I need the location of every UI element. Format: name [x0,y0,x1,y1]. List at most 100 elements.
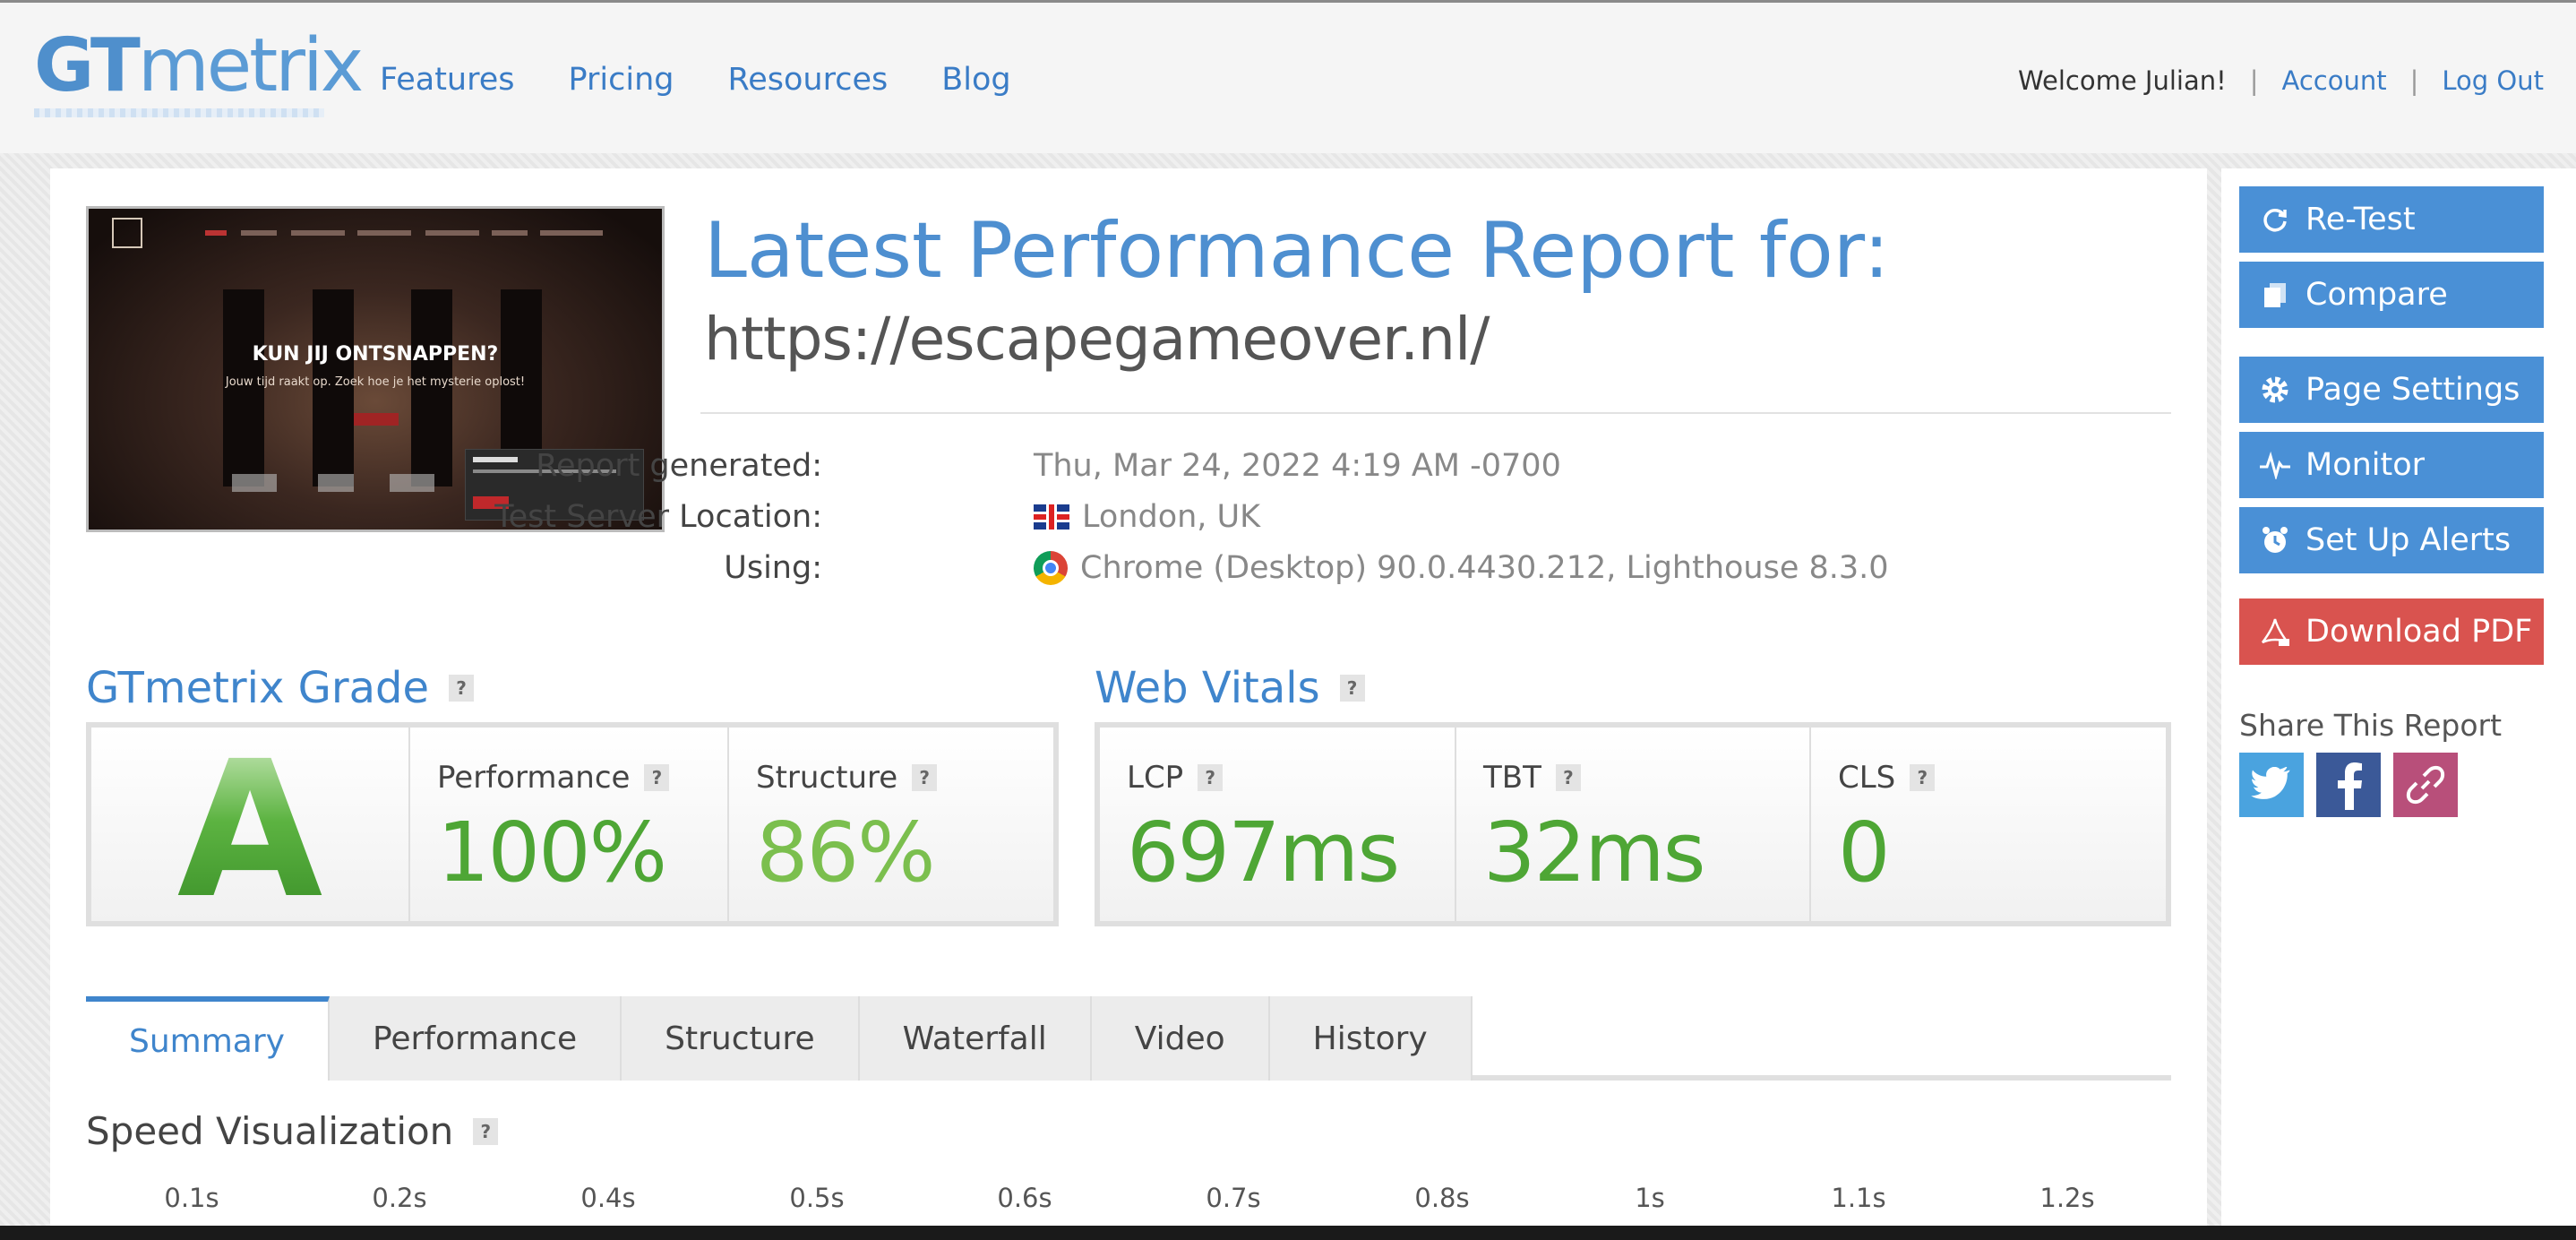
cls-label-text: CLS [1838,760,1896,796]
vitals-title-text: Web Vitals [1095,663,1320,713]
site-header: GTmetrix Features Pricing Resources Blog… [0,3,2576,153]
thumbnail-subline: Jouw tijd raakt op. Zoek hoe je het myst… [225,375,526,389]
thumbnail-badge [318,474,354,492]
chrome-icon [1034,551,1068,585]
report-url[interactable]: https://escapegameover.nl/ [704,305,1490,374]
tab-summary[interactable]: Summary [86,996,330,1081]
facebook-icon [2338,762,2362,810]
share-twitter-button[interactable] [2239,753,2304,817]
performance-label-text: Performance [437,760,631,796]
tab-waterfall[interactable]: Waterfall [859,996,1092,1081]
meta-row-generated: Report generated: Thu, Mar 24, 2022 4:19… [536,448,2137,499]
monitor-label: Monitor [2306,447,2426,483]
generated-label: Report generated: [536,448,822,484]
structure-label-text: Structure [756,760,898,796]
location-value: London, UK [1034,499,1260,535]
timeline-tick[interactable]: 0.1s [164,1183,219,1213]
logout-link[interactable]: Log Out [2442,65,2544,96]
generated-value: Thu, Mar 24, 2022 4:19 AM -0700 [1034,448,1561,484]
compare-button[interactable]: Compare [2239,262,2544,328]
page-settings-button[interactable]: Page Settings [2239,357,2544,423]
cookie-title [473,457,518,462]
thumbnail-nav-item [357,230,411,236]
page-settings-label: Page Settings [2306,372,2520,408]
thumbnail-nav-item [241,230,277,236]
gtmetrix-logo[interactable]: GTmetrix [34,30,364,103]
report-tabs: Summary Performance Structure Waterfall … [86,996,1473,1081]
download-label: Download PDF [2306,614,2533,650]
tbt-label-text: TBT [1483,760,1541,796]
speed-title-text: Speed Visualization [86,1109,454,1153]
cls-cell: CLS? 0 [1811,728,2166,921]
thumbnail-nav-item [205,230,227,236]
timeline-tick[interactable]: 1.1s [1831,1183,1885,1213]
tbt-label: TBT? [1483,760,1581,796]
help-icon[interactable]: ? [473,1117,499,1145]
help-icon[interactable]: ? [449,675,474,702]
nav-blog[interactable]: Blog [941,62,1010,98]
monitor-button[interactable]: Monitor [2239,432,2544,498]
uk-flag-icon [1034,504,1069,530]
timeline-tick[interactable]: 1s [1635,1183,1665,1213]
report-meta: Report generated: Thu, Mar 24, 2022 4:19… [494,448,2137,601]
thumbnail-nav-item [540,230,603,236]
tab-performance[interactable]: Performance [329,996,623,1081]
user-menu: Welcome Julian! | Account | Log Out [2018,65,2544,96]
active-tab-gap [86,1075,313,1081]
timeline-tick[interactable]: 0.5s [789,1183,844,1213]
timeline-tick[interactable]: 1.2s [2039,1183,2094,1213]
timeline-tick[interactable]: 0.8s [1414,1183,1469,1213]
help-icon[interactable]: ? [1555,764,1581,791]
timeline-tick[interactable]: 0.4s [580,1183,635,1213]
help-icon[interactable]: ? [1198,764,1224,791]
welcome-text: Welcome Julian! [2018,65,2227,96]
cls-label: CLS? [1838,760,1936,796]
alarm-clock-icon [2259,524,2291,556]
tbt-cell: TBT? 32ms [1456,728,1811,921]
thumbnail-nav [89,225,662,245]
tab-history[interactable]: History [1269,996,1473,1081]
lcp-cell: LCP? 697ms [1100,728,1456,921]
copy-icon [2259,279,2291,311]
tab-video[interactable]: Video [1091,996,1270,1081]
nav-resources[interactable]: Resources [727,62,888,98]
retest-button[interactable]: Re-Test [2239,186,2544,253]
pulse-icon [2259,449,2291,481]
share-facebook-button[interactable] [2316,753,2381,817]
retest-label: Re-Test [2306,202,2416,237]
thumbnail-nav-item [425,230,479,236]
timeline-tick[interactable]: 0.2s [372,1183,426,1213]
structure-score: 86% [756,805,935,900]
gear-icon [2259,374,2291,406]
structure-label: Structure? [756,760,938,796]
timeline-tick[interactable]: 0.6s [997,1183,1052,1213]
meta-row-using: Using: Chrome (Desktop) 90.0.4430.212, L… [704,550,2137,601]
tab-structure[interactable]: Structure [622,996,860,1081]
location-text: London, UK [1082,499,1261,535]
account-link[interactable]: Account [2282,65,2387,96]
timeline-tick[interactable]: 0.7s [1206,1183,1260,1213]
speed-visualization-title: Speed Visualization ? [86,1109,499,1153]
thumbnail-nav-item [492,230,528,236]
thumbnail-nav-item [291,230,345,236]
link-icon [2406,765,2445,805]
help-icon[interactable]: ? [912,764,938,791]
speed-timeline-ticks: 0.1s 0.2s 0.4s 0.5s 0.6s 0.7s 0.8s 1s 1.… [86,1183,2171,1218]
download-pdf-button[interactable]: Download PDF [2239,598,2544,665]
help-icon[interactable]: ? [1910,764,1936,791]
generated-date: Thu, Mar 24, 2022 4:19 AM -0700 [1034,448,1561,484]
grade-section-title: GTmetrix Grade ? [86,663,474,713]
share-report-title: Share This Report [2239,708,2503,743]
set-up-alerts-button[interactable]: Set Up Alerts [2239,507,2544,573]
web-vitals-panel: LCP? 697ms TBT? 32ms CLS? 0 [1095,722,2171,926]
separator: | [2249,65,2259,96]
using-text: Chrome (Desktop) 90.0.4430.212, Lighthou… [1080,550,1889,586]
filmstrip-edge [0,1226,2576,1240]
nav-features[interactable]: Features [380,62,515,98]
share-link-button[interactable] [2393,753,2458,817]
nav-pricing[interactable]: Pricing [569,62,674,98]
grade-panel: A Performance? 100% Structure? 86% [86,722,1059,926]
meta-row-location: Test Server Location: London, UK [494,499,2137,550]
help-icon[interactable]: ? [1339,675,1365,702]
help-icon[interactable]: ? [644,764,670,791]
